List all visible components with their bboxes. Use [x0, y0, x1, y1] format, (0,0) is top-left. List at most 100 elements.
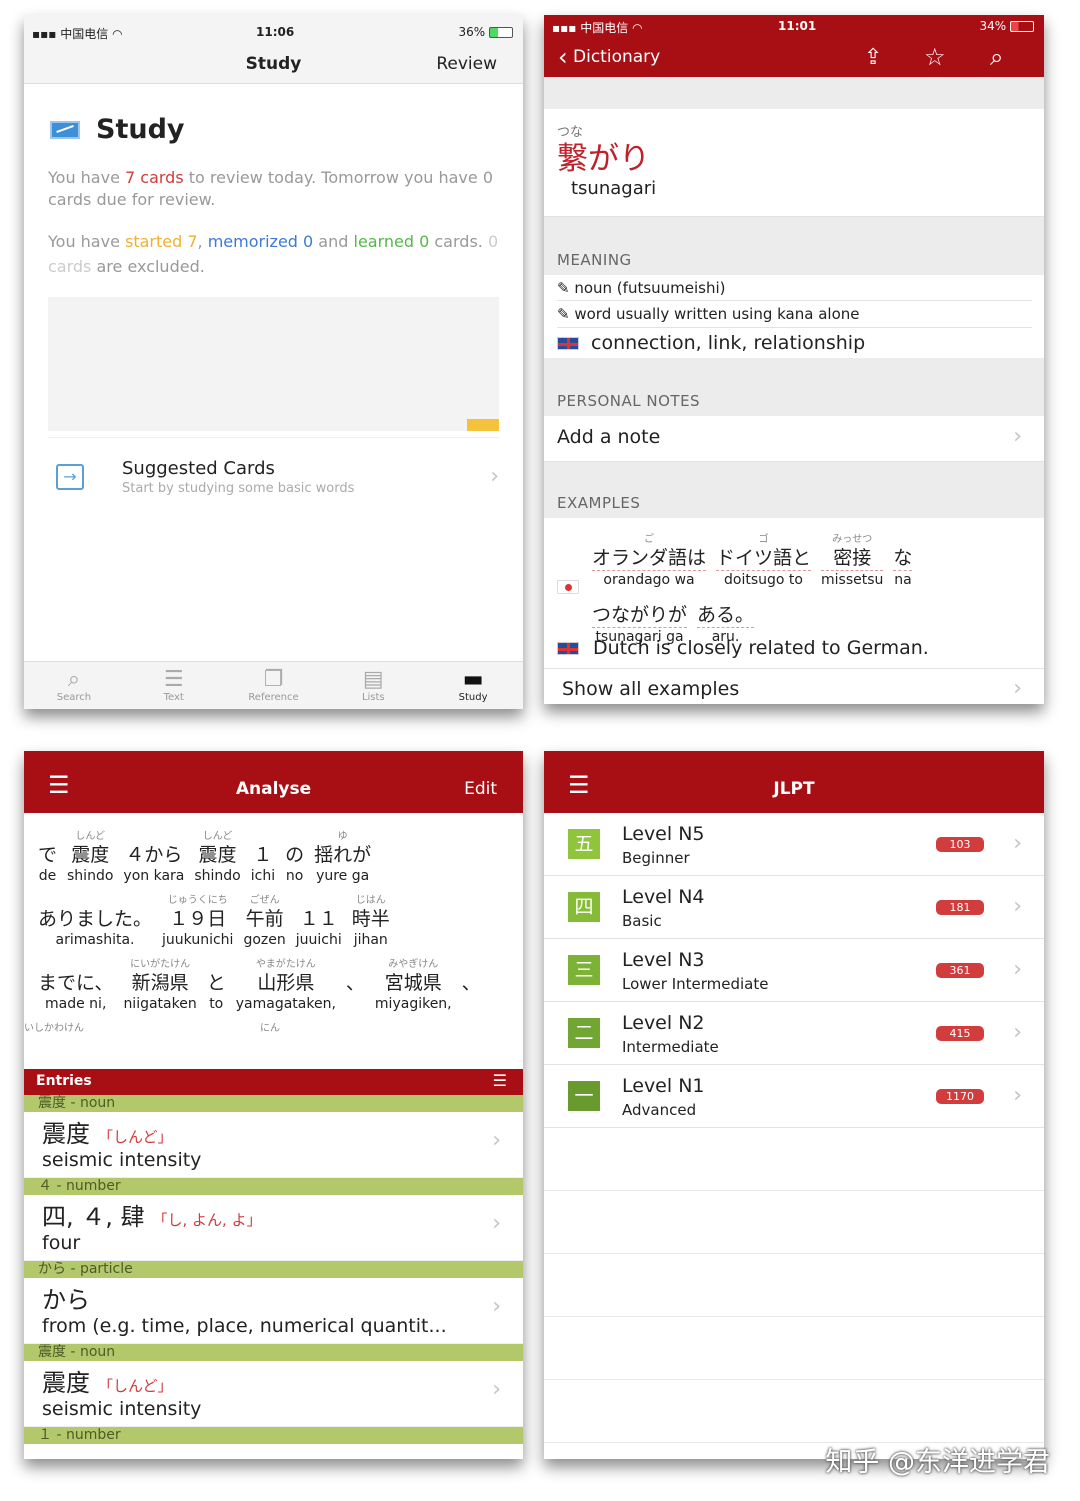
word-token[interactable]: やまがたけん 山形県 yamagataken,: [236, 959, 336, 1013]
add-note-row[interactable]: Add a note ›: [544, 416, 1044, 462]
tab-reference[interactable]: ❐ Reference: [224, 662, 324, 709]
word-romaji: orandago wa: [603, 572, 695, 588]
edit-button[interactable]: Edit: [464, 779, 497, 799]
word-text: 密接: [821, 546, 884, 571]
word-token[interactable]: にいがたけん 新潟県 niigataken: [123, 959, 196, 1013]
drag-handle-icon[interactable]: ☰: [493, 1071, 507, 1090]
word-token[interactable]: ゆ揺れが yure ga: [314, 831, 371, 885]
tab-study[interactable]: ▬ Study: [423, 662, 523, 709]
word-text: と: [206, 972, 226, 994]
ruby-reading: [123, 831, 184, 843]
word-text: １: [253, 844, 273, 866]
suggested-cards-row[interactable]: → Suggested Cards Start by studying some…: [48, 437, 499, 517]
definition: connection, link, relationship: [557, 328, 1044, 358]
word-token[interactable]: の no: [285, 831, 304, 885]
ruby-reading: ごぜん: [249, 895, 280, 906]
ruby-reading: ご: [644, 534, 654, 545]
word-romaji: yamagataken,: [235, 996, 336, 1012]
examples-header: EXAMPLES: [544, 462, 1044, 518]
word-text: オランダ語は: [592, 547, 707, 571]
count-badge: 1170: [936, 1089, 984, 1104]
level-kanji-badge: 五: [568, 829, 600, 859]
word-token[interactable]: じゅうくにち １９日 juukunichi: [162, 895, 233, 949]
analyse-screen: ☰ Analyse Edit で de しんど 震度 shindo ４から yon kara…: [24, 751, 523, 1459]
level-row-n4[interactable]: 四 Level N4 Basic 181 ›: [544, 876, 1044, 939]
level-row-n3[interactable]: 三 Level N3 Lower Intermediate 361 ›: [544, 939, 1044, 1002]
search-icon[interactable]: ⌕: [990, 43, 1003, 71]
status-bar: ▪▪▪ 中国电信 ◠ 11:06 36%: [24, 15, 523, 48]
word-romaji: shindo: [67, 868, 114, 884]
word-romaji: shindo: [194, 868, 241, 884]
word-token[interactable]: ４から yon kara: [123, 831, 184, 885]
empty-rows: [544, 1128, 1044, 1443]
chevron-right-icon: ›: [492, 1128, 501, 1153]
entry-row[interactable]: 震度 「しんど」 seismic intensity ›: [24, 1361, 523, 1427]
tab-text[interactable]: ☰ Text: [124, 662, 224, 709]
level-row-n2[interactable]: 二 Level N2 Intermediate 415 ›: [544, 1002, 1044, 1065]
word-token[interactable]: な na: [893, 534, 913, 589]
chevron-right-icon: ›: [1013, 1020, 1022, 1045]
word-token[interactable]: ゴドイツ語と doitsugo to: [716, 534, 812, 589]
chevron-left-icon: ‹: [558, 43, 568, 71]
word-text: ４から: [125, 844, 183, 866]
word-token[interactable]: しんど 震度 shindo: [67, 831, 113, 885]
word-token[interactable]: ごオランダ語は orandago wa: [592, 534, 707, 589]
ruby-reading: [251, 831, 275, 843]
ruby-reading: じゅうくにち: [167, 895, 228, 906]
entry-row[interactable]: 震度 「しんど」 seismic intensity ›: [24, 1112, 523, 1178]
word-text: な: [893, 547, 913, 571]
word-token[interactable]: みっせつ 密接 missetsu: [821, 534, 884, 589]
word-token[interactable]: 、: [346, 959, 365, 995]
word-token[interactable]: と to: [207, 959, 226, 1013]
level-row-n5[interactable]: 五 Level N5 Beginner 103 ›: [544, 813, 1044, 876]
back-button[interactable]: ‹ Dictionary: [558, 43, 660, 71]
review-button[interactable]: Review: [436, 54, 497, 74]
tab-search[interactable]: ⌕ Search: [24, 662, 124, 709]
word-text: 、: [345, 972, 365, 994]
chevron-right-icon: ›: [492, 1294, 501, 1319]
headword: つな 繋がり tsunagari: [544, 109, 1044, 217]
word-token[interactable]: で de: [38, 831, 57, 885]
word-romaji: jihan: [353, 932, 388, 948]
tab-lists[interactable]: ▤ Lists: [323, 662, 423, 709]
entry-row[interactable]: から from (e.g. time, place, numerical quan…: [24, 1278, 523, 1344]
word-romaji: made ni,: [45, 996, 107, 1012]
word-token[interactable]: つながりが tsunagari ga: [592, 591, 688, 646]
share-icon[interactable]: ⇪: [864, 45, 882, 70]
entry-group-header: 震度 - noun: [24, 1344, 523, 1361]
nav-bar: ☰ Analyse Edit: [24, 751, 523, 813]
word-token[interactable]: １１ juuichi: [296, 895, 342, 949]
enter-icon: →: [56, 464, 84, 490]
word-text: ある。: [697, 604, 755, 628]
level-kanji-badge: 四: [568, 892, 600, 922]
star-icon[interactable]: ☆: [924, 43, 946, 71]
signal-icon: ▪▪▪: [32, 27, 57, 41]
wifi-icon: ◠: [112, 27, 123, 41]
word-token[interactable]: までに、 made ni,: [38, 959, 113, 1013]
analysed-text: で de しんど 震度 shindo ４から yon kara しんど 震度 shindo １ ich…: [24, 813, 523, 1069]
word-token[interactable]: ごぜん 午前 gozen: [243, 895, 285, 949]
word-token[interactable]: じはん 時半 jihan: [352, 895, 390, 949]
word-romaji: missetsu: [821, 572, 884, 588]
dictionary-screen: ▪▪▪ 中国电信 ◠ 11:01 34% ‹ Dictionary ⇪ ☆ ⌕ …: [544, 15, 1044, 704]
ruby-reading: しんど: [202, 831, 233, 842]
ruby-reading: [38, 959, 113, 971]
battery-icon: [1010, 21, 1034, 32]
word-romaji: aru.: [711, 629, 740, 645]
word-text: １９日: [169, 908, 227, 930]
battery-percent: 36%: [458, 25, 486, 39]
word-romaji: gozen: [243, 932, 286, 948]
word-token[interactable]: みやぎけん 宮城県 miyagiken,: [375, 959, 452, 1013]
battery-percent: 34%: [979, 19, 1007, 33]
level-row-n1[interactable]: 一 Level N1 Advanced 1170 ›: [544, 1065, 1044, 1128]
review-summary: You have 7 cards to review today. Tomorr…: [48, 168, 493, 209]
show-all-examples[interactable]: Show all examples ›: [544, 669, 1044, 704]
text-icon: ☰: [163, 667, 184, 692]
word-token[interactable]: ありました。 arimashita.: [38, 895, 152, 949]
entry-row[interactable]: 四, ４, 肆「し, よん, よ」 four ›: [24, 1195, 523, 1261]
word-token[interactable]: １ ichi: [251, 831, 275, 885]
word-token[interactable]: 、: [462, 959, 481, 995]
nav-bar: ‹ Dictionary ⇪ ☆ ⌕: [544, 43, 1044, 77]
word-token[interactable]: しんど 震度 shindo: [194, 831, 240, 885]
word-token[interactable]: ある。 aru.: [697, 591, 755, 646]
